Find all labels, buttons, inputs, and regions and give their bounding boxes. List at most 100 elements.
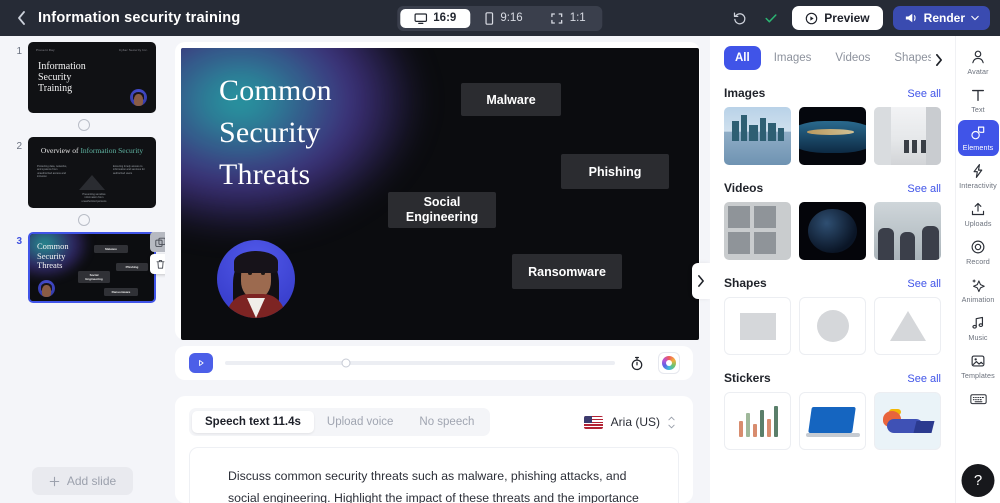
see-all-stickers[interactable]: See all (907, 373, 941, 385)
see-all-videos[interactable]: See all (907, 183, 941, 195)
tab-stickers[interactable]: Sti (946, 46, 955, 70)
voice-name: Aria (US) (610, 415, 660, 429)
thumb-avatar (38, 280, 55, 297)
section-header-shapes: Shapes See all (724, 276, 941, 290)
thumb-title: Common Security Threats (37, 241, 69, 271)
tab-images[interactable]: Images (763, 46, 823, 70)
ratio-9-16-button[interactable]: 9:16 (470, 9, 536, 28)
asset-building-facade-thumb[interactable] (724, 202, 791, 260)
slide-thumbnail-2[interactable]: Overview of Information Security Protect… (28, 137, 156, 208)
rail-item-avatar[interactable]: Avatar (958, 44, 999, 80)
megaphone-icon (905, 13, 916, 23)
canvas-chip-malware[interactable]: Malware (461, 83, 561, 116)
slide-transition-1[interactable] (20, 113, 148, 137)
slide-list-item-3[interactable]: 3 Common Security Threats Malware Phishi… (0, 232, 165, 303)
back-button[interactable] (10, 7, 32, 29)
asset-rectangle-shape[interactable] (724, 297, 791, 355)
play-circle-icon (806, 12, 818, 24)
asset-museum-hall-thumb[interactable] (874, 107, 941, 165)
asset-tabs-next-button[interactable] (931, 51, 947, 69)
preview-button[interactable]: Preview (792, 6, 883, 30)
asset-circle-shape[interactable] (799, 297, 866, 355)
rail-item-music[interactable]: Music (958, 310, 999, 346)
slide-canvas[interactable]: Common Security Threats Malware Phishing… (181, 48, 699, 340)
presenter-avatar[interactable] (217, 240, 295, 318)
see-all-shapes[interactable]: See all (907, 278, 941, 290)
help-button[interactable]: ? (961, 464, 995, 497)
progress-knob[interactable] (341, 358, 351, 368)
tab-videos[interactable]: Videos (824, 46, 881, 70)
keyboard-shortcuts-button[interactable] (969, 392, 987, 410)
undo-button[interactable] (728, 7, 750, 29)
rail-item-templates[interactable]: Templates (958, 348, 999, 384)
rail-label: Record (966, 257, 990, 266)
thumb-avatar (130, 89, 147, 106)
rail-item-uploads[interactable]: Uploads (958, 196, 999, 232)
thumb-title-accent: Information Security (80, 146, 144, 155)
asset-dark-globe-thumb[interactable] (799, 202, 866, 260)
slide-list-item-2[interactable]: 2 Overview of Information Security Prote… (0, 137, 165, 208)
section-title: Videos (724, 181, 764, 195)
text-t-icon (972, 89, 984, 101)
upload-icon (971, 202, 985, 216)
asset-bar-chart-sticker[interactable] (724, 392, 791, 450)
voice-selector[interactable]: Aria (US) (583, 415, 679, 429)
speech-mode-tabs: Speech text 11.4s Upload voice No speech (189, 408, 491, 436)
canvas-title[interactable]: Common Security Threats (219, 70, 332, 196)
progress-slider[interactable] (225, 358, 615, 368)
asset-meeting-room-thumb[interactable] (874, 202, 941, 260)
slide-thumbnail-1[interactable]: Present Day Cyber Security Inc. Informat… (28, 42, 156, 113)
delete-slide-button[interactable] (150, 254, 165, 274)
rail-item-text[interactable]: Text (958, 82, 999, 118)
thumb-header-left: Present Day (36, 48, 55, 52)
duplicate-slide-button[interactable] (150, 232, 165, 252)
asset-person-laptop-sticker[interactable] (874, 392, 941, 450)
play-icon (199, 360, 204, 366)
rail-label: Uploads (964, 219, 992, 228)
asset-city-skyline-thumb[interactable] (724, 107, 791, 165)
add-slide-button[interactable]: Add slide (31, 467, 134, 495)
thumb-chip: Malware (94, 245, 128, 253)
see-all-images[interactable]: See all (907, 88, 941, 100)
ratio-16-9-button[interactable]: 16:9 (400, 8, 471, 28)
tab-all[interactable]: All (724, 46, 761, 70)
ratio-1-1-button[interactable]: 1:1 (537, 9, 600, 28)
tool-rail: Avatar Text Elements Interactivity Uploa… (955, 36, 1000, 503)
slide-list-item-1[interactable]: 1 Present Day Cyber Security Inc. Inform… (0, 42, 165, 113)
transition-circle-icon[interactable] (78, 214, 90, 226)
slide-transition-2[interactable] (20, 208, 148, 232)
stepper-updown-icon[interactable] (668, 416, 675, 429)
color-wheel-button[interactable] (659, 353, 679, 373)
top-header: Information security training 16:9 9:16 … (0, 0, 1000, 36)
tab-upload-voice[interactable]: Upload voice (314, 411, 406, 433)
rail-item-interactivity[interactable]: Interactivity (958, 158, 999, 194)
render-button[interactable]: Render (892, 6, 990, 30)
preview-label: Preview (824, 11, 870, 25)
asset-laptop-sticker[interactable] (799, 392, 866, 450)
rail-item-animation[interactable]: Animation (958, 272, 999, 308)
slide-number: 2 (16, 141, 22, 152)
rail-item-record[interactable]: Record (958, 234, 999, 270)
playback-bar (175, 346, 693, 380)
thumb-block: Ensuring timely access to information an… (113, 165, 145, 175)
play-button[interactable] (189, 353, 213, 373)
record-circle-icon (971, 240, 985, 254)
canvas-chip-ransomware[interactable]: Ransomware (512, 254, 622, 289)
us-flag-icon (583, 415, 603, 429)
chevron-left-icon (17, 11, 25, 25)
transition-circle-icon[interactable] (78, 119, 90, 131)
timing-button[interactable] (627, 353, 647, 373)
slide-thumbnail-3[interactable]: Common Security Threats Malware Phishing… (28, 232, 156, 303)
collapse-panel-button[interactable] (692, 263, 710, 299)
tab-speech-text[interactable]: Speech text 11.4s (192, 411, 314, 433)
thumb-title: Overview of Information Security (30, 146, 154, 155)
rectangle-icon (739, 312, 776, 340)
canvas-chip-phishing[interactable]: Phishing (561, 154, 669, 189)
speech-text-input[interactable]: Discuss common security threats such as … (189, 447, 679, 503)
rail-item-elements[interactable]: Elements (957, 120, 999, 156)
tab-no-speech[interactable]: No speech (406, 411, 487, 433)
asset-triangle-shape[interactable] (874, 297, 941, 355)
asset-earth-from-space-thumb[interactable] (799, 107, 866, 165)
canvas-chip-social-engineering[interactable]: Social Engineering (388, 192, 496, 228)
copy-icon (154, 237, 165, 247)
